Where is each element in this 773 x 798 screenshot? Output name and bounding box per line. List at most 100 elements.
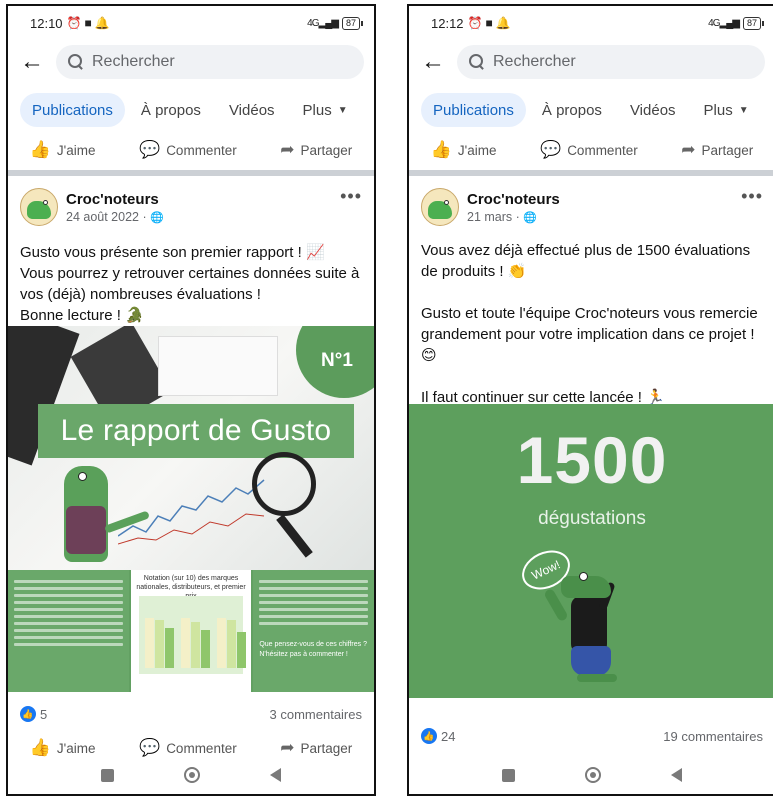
globe-icon: 🌐 bbox=[150, 211, 164, 224]
battery-icon: 87 bbox=[341, 16, 364, 30]
tab-publications[interactable]: Publications bbox=[421, 93, 526, 127]
page-tabs: Publications À propos Vidéos Plus ▼ bbox=[8, 92, 374, 128]
milestone-number: 1500 bbox=[516, 423, 668, 497]
report-cover-image[interactable]: N°1 Le rapport de Gusto bbox=[8, 326, 374, 570]
report-preview-strip[interactable]: Notation (sur 10) des marques nationales… bbox=[8, 570, 374, 692]
tab-about[interactable]: À propos bbox=[530, 93, 614, 127]
tab-videos[interactable]: Vidéos bbox=[217, 93, 287, 127]
comment-button[interactable]: 💬 Commenter bbox=[139, 140, 237, 160]
search-row: ← Rechercher bbox=[409, 42, 773, 82]
search-input[interactable]: Rechercher bbox=[457, 45, 765, 79]
post-author[interactable]: Croc'noteurs bbox=[467, 191, 560, 208]
like-reaction-icon: 👍 bbox=[421, 728, 437, 744]
post-date: 21 mars · 🌐 bbox=[467, 209, 537, 224]
like-reaction-icon: 👍 bbox=[20, 706, 36, 722]
avatar[interactable] bbox=[421, 188, 459, 226]
like-button[interactable]: 👍 J'aime bbox=[431, 140, 497, 160]
comments-count[interactable]: 19 commentaires bbox=[663, 729, 763, 744]
post-header: Croc'noteurs 21 mars · 🌐 ••• bbox=[409, 182, 773, 232]
globe-icon: 🌐 bbox=[523, 211, 537, 224]
tab-more[interactable]: Plus ▼ bbox=[692, 93, 761, 127]
search-input[interactable]: Rechercher bbox=[56, 45, 364, 79]
back-arrow-icon[interactable]: ← bbox=[20, 50, 50, 74]
search-row: ← Rechercher bbox=[8, 42, 374, 82]
share-button[interactable]: ➦ Partager bbox=[681, 140, 753, 160]
strip-panel-chart: Notation (sur 10) des marques nationales… bbox=[130, 570, 252, 692]
status-bar: 12:10 ⏰ ■ 🔔 4G▂▄▆ 87 bbox=[8, 6, 374, 40]
comment-button[interactable]: 💬 Commenter bbox=[139, 738, 237, 758]
alarm-icon: ⏰ bbox=[467, 16, 483, 30]
comments-count[interactable]: 3 commentaires bbox=[270, 707, 362, 722]
thumbs-up-icon: 👍 bbox=[29, 738, 51, 757]
milestone-image[interactable]: 1500 dégustations Wow! bbox=[409, 404, 773, 698]
status-time: 12:12 bbox=[431, 15, 464, 31]
caret-down-icon: ▼ bbox=[337, 104, 348, 116]
post-text: Gusto vous présente son premier rapport … bbox=[20, 244, 360, 324]
notification-icon: ■ bbox=[485, 16, 493, 30]
more-horizontal-icon[interactable]: ••• bbox=[741, 186, 763, 207]
comment-button[interactable]: 💬 Commenter bbox=[540, 140, 638, 160]
share-icon: ➦ bbox=[280, 140, 295, 159]
thumbs-up-icon: 👍 bbox=[430, 140, 452, 159]
system-nav-bar bbox=[8, 756, 374, 794]
comment-icon: 💬 bbox=[540, 140, 562, 159]
comment-icon: 💬 bbox=[139, 140, 161, 159]
tab-more[interactable]: Plus ▼ bbox=[291, 93, 360, 127]
tab-publications[interactable]: Publications bbox=[20, 93, 125, 127]
recent-apps-icon[interactable] bbox=[502, 768, 515, 782]
divider bbox=[409, 170, 773, 176]
previous-post-actions: 👍 J'aime 💬 Commenter ➦ Partager bbox=[409, 134, 773, 166]
post-header: Croc'noteurs 24 août 2022 · 🌐 ••• bbox=[8, 182, 374, 232]
bell-icon: 🔔 bbox=[94, 16, 110, 30]
avatar[interactable] bbox=[20, 188, 58, 226]
phone-screen-left: 12:10 ⏰ ■ 🔔 4G▂▄▆ 87 ← Rechercher Public… bbox=[6, 4, 376, 796]
share-icon: ➦ bbox=[681, 140, 696, 159]
search-placeholder: Rechercher bbox=[493, 53, 576, 70]
divider bbox=[8, 170, 374, 176]
search-placeholder: Rechercher bbox=[92, 53, 175, 70]
system-nav-bar bbox=[409, 756, 773, 794]
reaction-count: 5 bbox=[40, 706, 48, 722]
signal-icon: 4G▂▄▆ bbox=[708, 17, 740, 29]
milestone-label: dégustations bbox=[538, 508, 646, 529]
like-button[interactable]: 👍 J'aime bbox=[30, 738, 96, 758]
status-bar: 12:12 ⏰ ■ 🔔 4G▂▄▆ 87 bbox=[409, 6, 773, 40]
share-button[interactable]: ➦ Partager bbox=[280, 738, 352, 758]
report-number-badge: N°1 bbox=[296, 326, 374, 398]
signal-icon: 4G▂▄▆ bbox=[307, 17, 339, 29]
tab-about[interactable]: À propos bbox=[129, 93, 213, 127]
post-author[interactable]: Croc'noteurs bbox=[66, 191, 164, 208]
magnifying-glass-graphic bbox=[252, 452, 316, 516]
phone-screen-right: 12:12 ⏰ ■ 🔔 4G▂▄▆ 87 ← Rechercher Public… bbox=[407, 4, 773, 796]
status-time: 12:10 bbox=[30, 15, 63, 31]
previous-post-actions: 👍 J'aime 💬 Commenter ➦ Partager bbox=[8, 134, 374, 166]
home-icon[interactable] bbox=[585, 767, 601, 783]
search-icon bbox=[68, 54, 84, 70]
share-icon: ➦ bbox=[280, 738, 295, 757]
alarm-icon: ⏰ bbox=[66, 16, 82, 30]
strip-panel-question: Que pensez-vous de ces chiffres ? N'hési… bbox=[253, 570, 374, 692]
search-icon bbox=[469, 54, 485, 70]
post-text: Vous avez déjà effectué plus de 1500 éva… bbox=[421, 242, 758, 406]
report-title: Le rapport de Gusto bbox=[38, 404, 354, 458]
strip-panel-text bbox=[8, 570, 129, 692]
page-tabs: Publications À propos Vidéos Plus ▼ bbox=[409, 92, 773, 128]
like-button[interactable]: 👍 J'aime bbox=[30, 140, 96, 160]
comment-icon: 💬 bbox=[139, 738, 161, 757]
caret-down-icon: ▼ bbox=[738, 104, 749, 116]
reactions-summary[interactable]: 👍 24 19 commentaires bbox=[409, 722, 773, 750]
candlestick-chart-graphic bbox=[118, 479, 265, 545]
battery-icon: 87 bbox=[742, 16, 765, 30]
bell-icon: 🔔 bbox=[495, 16, 511, 30]
recent-apps-icon[interactable] bbox=[101, 768, 114, 782]
system-back-icon[interactable] bbox=[671, 768, 682, 782]
post-date: 24 août 2022 · 🌐 bbox=[66, 209, 164, 224]
tab-videos[interactable]: Vidéos bbox=[618, 93, 688, 127]
reactions-summary[interactable]: 👍 5 3 commentaires bbox=[8, 700, 374, 728]
share-button[interactable]: ➦ Partager bbox=[280, 140, 352, 160]
reaction-count: 24 bbox=[441, 728, 456, 744]
system-back-icon[interactable] bbox=[270, 768, 281, 782]
back-arrow-icon[interactable]: ← bbox=[421, 50, 451, 74]
home-icon[interactable] bbox=[184, 767, 200, 783]
more-horizontal-icon[interactable]: ••• bbox=[340, 186, 362, 207]
